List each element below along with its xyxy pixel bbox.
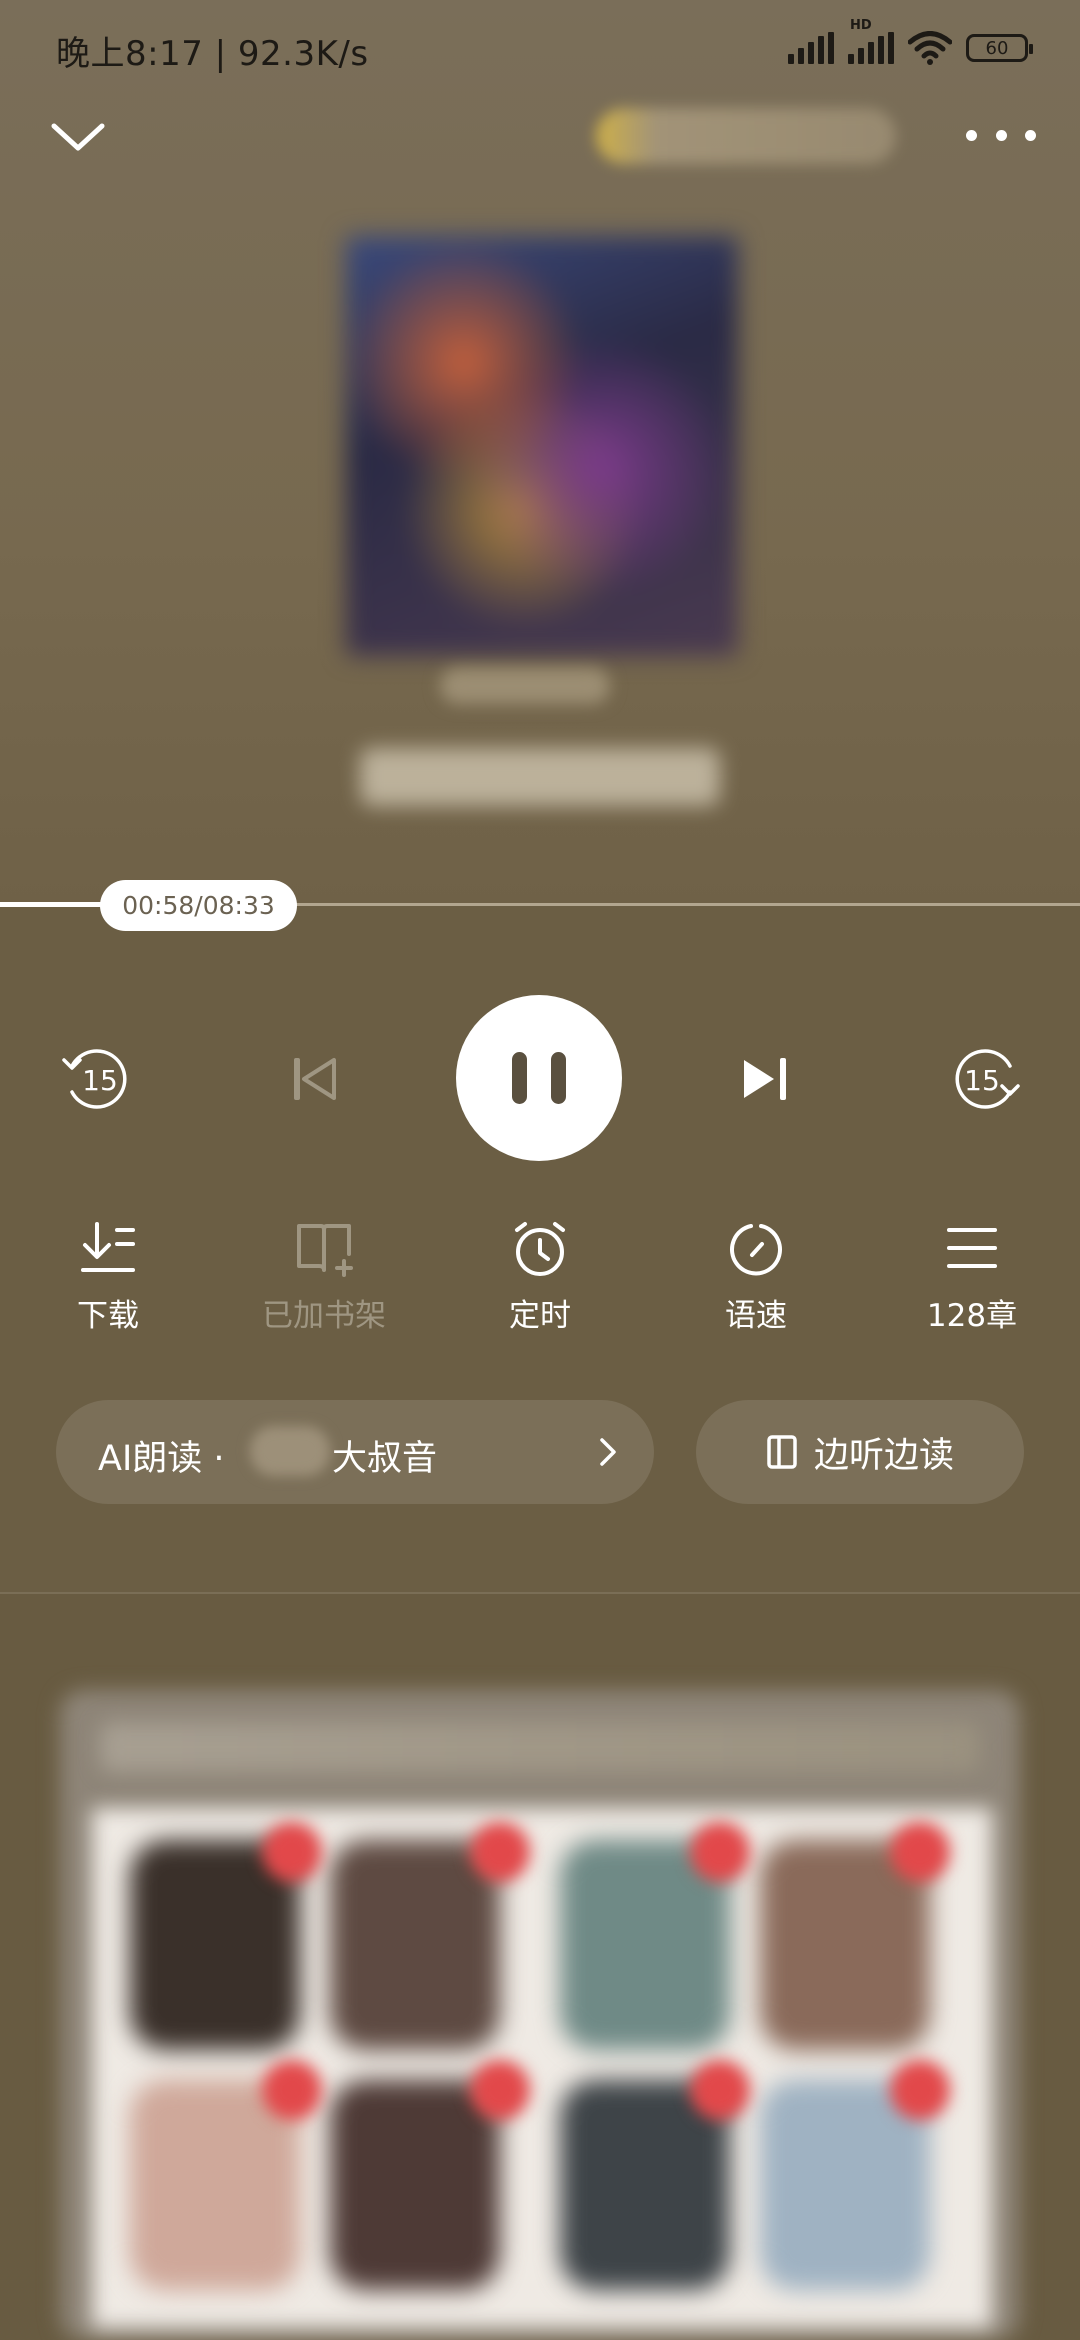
voice-name-blurred (250, 1426, 330, 1476)
battery-icon: 60 (966, 34, 1033, 62)
next-chapter-button[interactable] (740, 1056, 790, 1102)
signal-icon (788, 32, 834, 64)
rewind-15-button[interactable]: 15 (58, 1046, 134, 1112)
promo-thumbnail (330, 1840, 500, 2050)
skip-next-icon (744, 1058, 786, 1100)
status-icons: HD 60 (788, 18, 1033, 68)
promo-badge (890, 1822, 950, 1882)
author-blurred (440, 668, 610, 704)
timer-label: 定时 (509, 1298, 571, 1334)
svg-text:15: 15 (964, 1064, 1000, 1097)
battery-level: 60 (985, 37, 1009, 59)
bookshelf-added-icon (297, 1224, 353, 1277)
promo-badge (262, 2060, 322, 2120)
skip-previous-icon (294, 1058, 336, 1100)
promo-badge (890, 2060, 950, 2120)
forward-15-button[interactable]: 15 (948, 1046, 1024, 1112)
progress-thumb[interactable]: 00:58/08:33 (100, 880, 297, 931)
book-title-blurred (596, 108, 896, 164)
book-page-icon (767, 1435, 797, 1469)
download-list-icon (81, 1222, 135, 1272)
bookshelf-label: 已加书架 (262, 1298, 386, 1334)
hd-signal-icon: HD (848, 18, 894, 64)
alarm-clock-icon (515, 1222, 565, 1276)
ai-read-button[interactable]: AI朗读 · 大叔音 (56, 1400, 654, 1504)
ai-voice-label: 大叔音 (332, 1439, 438, 1479)
promo-badge (690, 2060, 750, 2120)
progress-time: 00:58/08:33 (122, 891, 275, 920)
chapter-title-blurred (360, 748, 720, 806)
promo-badge (690, 1822, 750, 1882)
chapters-label: 128章 (926, 1298, 1018, 1334)
wifi-icon (908, 31, 952, 65)
pause-icon (500, 1052, 578, 1104)
book-cover (346, 236, 738, 656)
svg-text:15: 15 (82, 1064, 118, 1097)
speed-dial-icon (730, 1224, 782, 1276)
ai-read-label: AI朗读 · (98, 1439, 225, 1479)
listen-while-reading-button[interactable]: 边听边读 (696, 1400, 1024, 1504)
menu-list-icon (947, 1228, 997, 1268)
rewind-15-icon: 15 (62, 1049, 127, 1109)
promo-badge (470, 2060, 530, 2120)
chapters-button[interactable]: 128章 (912, 1218, 1032, 1338)
bookshelf-button[interactable]: 已加书架 (262, 1218, 386, 1338)
timer-button[interactable]: 定时 (480, 1218, 600, 1338)
listen-while-reading-label: 边听边读 (813, 1435, 954, 1476)
forward-15-icon: 15 (955, 1049, 1020, 1109)
download-label: 下载 (77, 1298, 139, 1334)
download-button[interactable]: 下载 (48, 1218, 168, 1338)
pause-button[interactable] (456, 995, 622, 1161)
status-time: 晚上8:17 | 92.3K/s (56, 34, 369, 74)
promo-badge (262, 1822, 322, 1882)
more-options-icon[interactable] (966, 118, 1036, 152)
speed-button[interactable]: 语速 (696, 1218, 816, 1338)
chevron-right-icon (600, 1438, 616, 1466)
speed-label: 语速 (725, 1298, 787, 1334)
promo-thumbnail (330, 2080, 500, 2290)
promo-heading-blurred (100, 1722, 980, 1772)
chevron-down-icon[interactable] (48, 112, 108, 160)
promo-badge (470, 1822, 530, 1882)
previous-chapter-button[interactable] (290, 1056, 340, 1102)
